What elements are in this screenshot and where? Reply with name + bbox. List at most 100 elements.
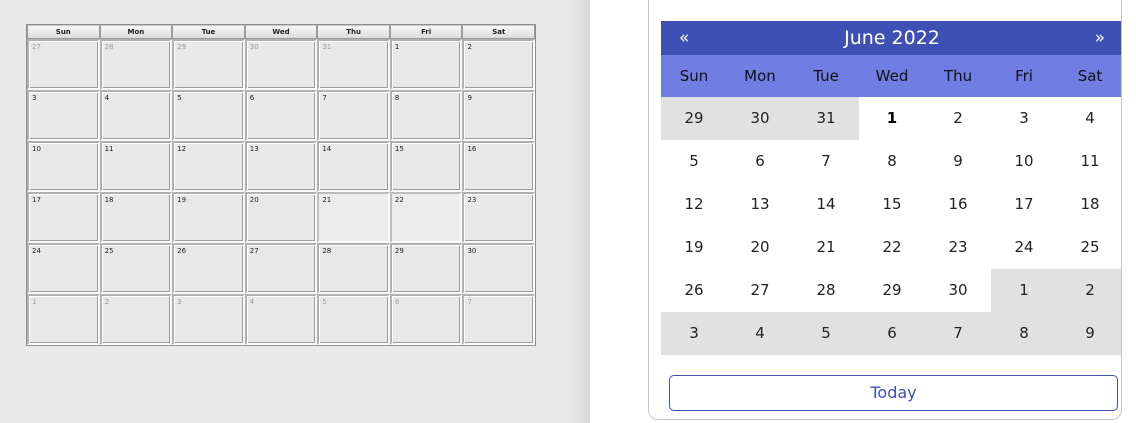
- day-cell[interactable]: 29: [389, 243, 463, 294]
- picker-day[interactable]: 8: [991, 312, 1057, 355]
- picker-day[interactable]: 6: [859, 312, 925, 355]
- day-cell[interactable]: 31: [317, 39, 390, 90]
- picker-day[interactable]: 2: [1057, 269, 1121, 312]
- day-cell[interactable]: 11: [99, 141, 173, 192]
- picker-day[interactable]: 23: [925, 226, 991, 269]
- picker-day[interactable]: 29: [661, 97, 727, 140]
- day-cell[interactable]: 16: [462, 141, 536, 192]
- day-cell[interactable]: 28: [317, 243, 390, 294]
- picker-day[interactable]: 11: [1057, 140, 1121, 183]
- day-cell[interactable]: 5: [317, 294, 390, 345]
- day-cell[interactable]: 27: [27, 39, 100, 90]
- day-cell[interactable]: 9: [462, 90, 536, 141]
- picker-day[interactable]: 3: [991, 97, 1057, 140]
- picker-day[interactable]: 18: [1057, 183, 1121, 226]
- picker-day[interactable]: 9: [1057, 312, 1121, 355]
- picker-day[interactable]: 22: [859, 226, 925, 269]
- day-cell[interactable]: 7: [462, 294, 536, 345]
- day-cell[interactable]: 13: [244, 141, 318, 192]
- picker-day[interactable]: 28: [793, 269, 859, 312]
- picker-week-row: 19 20 21 22 23 24 25: [661, 226, 1121, 269]
- day-cell[interactable]: 26: [172, 243, 245, 294]
- picker-day[interactable]: 31: [793, 97, 859, 140]
- day-number: 25: [104, 247, 114, 255]
- day-cell[interactable]: 1: [389, 39, 463, 90]
- day-cell[interactable]: 30: [462, 243, 536, 294]
- picker-day[interactable]: 14: [793, 183, 859, 226]
- picker-day[interactable]: 20: [727, 226, 793, 269]
- day-cell[interactable]: 21: [317, 192, 390, 243]
- day-cell[interactable]: 10: [27, 141, 100, 192]
- picker-day[interactable]: 19: [661, 226, 727, 269]
- picker-day[interactable]: 6: [727, 140, 793, 183]
- day-cell[interactable]: 3: [27, 90, 100, 141]
- day-cell[interactable]: 2: [462, 39, 536, 90]
- day-cell[interactable]: 22: [389, 192, 463, 243]
- day-cell[interactable]: 6: [389, 294, 463, 345]
- day-cell[interactable]: 20: [244, 192, 318, 243]
- picker-day[interactable]: 25: [1057, 226, 1121, 269]
- day-cell[interactable]: 24: [27, 243, 100, 294]
- picker-day[interactable]: 3: [661, 312, 727, 355]
- next-month-button[interactable]: »: [1095, 21, 1105, 55]
- picker-day[interactable]: 27: [727, 269, 793, 312]
- day-cell[interactable]: 15: [389, 141, 463, 192]
- day-cell[interactable]: 7: [317, 90, 390, 141]
- picker-day[interactable]: 7: [793, 140, 859, 183]
- picker-day[interactable]: 16: [925, 183, 991, 226]
- day-cell[interactable]: 25: [99, 243, 173, 294]
- day-cell[interactable]: 8: [389, 90, 463, 141]
- picker-day[interactable]: 2: [925, 97, 991, 140]
- picker-day[interactable]: 17: [991, 183, 1057, 226]
- picker-day[interactable]: 24: [991, 226, 1057, 269]
- picker-day[interactable]: 4: [727, 312, 793, 355]
- day-cell[interactable]: 18: [99, 192, 173, 243]
- picker-day[interactable]: 5: [793, 312, 859, 355]
- day-number: 2: [104, 298, 110, 306]
- picker-day[interactable]: 26: [661, 269, 727, 312]
- day-number: 10: [32, 145, 41, 153]
- day-cell[interactable]: 29: [172, 39, 245, 90]
- day-cell[interactable]: 4: [99, 90, 173, 141]
- day-number: 30: [467, 247, 477, 255]
- picker-weekday-label: Sun: [679, 67, 709, 85]
- weekday-header: Wed: [244, 25, 318, 39]
- day-number: 31: [322, 43, 332, 51]
- day-cell[interactable]: 3: [172, 294, 245, 345]
- day-cell[interactable]: 30: [244, 39, 318, 90]
- picker-day[interactable]: 30: [925, 269, 991, 312]
- weekday-header: Sun: [27, 25, 100, 39]
- day-cell[interactable]: 1: [27, 294, 100, 345]
- day-cell[interactable]: 23: [462, 192, 536, 243]
- picker-day[interactable]: 7: [925, 312, 991, 355]
- day-cell[interactable]: 5: [172, 90, 245, 141]
- picker-day[interactable]: 13: [727, 183, 793, 226]
- picker-day[interactable]: 12: [661, 183, 727, 226]
- today-button[interactable]: Today: [669, 375, 1118, 411]
- day-cell[interactable]: 2: [99, 294, 173, 345]
- picker-day[interactable]: 29: [859, 269, 925, 312]
- picker-day[interactable]: 8: [859, 140, 925, 183]
- picker-day[interactable]: 4: [1057, 97, 1121, 140]
- day-cell[interactable]: 14: [317, 141, 390, 192]
- picker-day[interactable]: 30: [727, 97, 793, 140]
- day-cell[interactable]: 12: [172, 141, 245, 192]
- week-row: 27 28 29 30 31 1 2: [27, 39, 536, 90]
- picker-weekday-label: Thu: [943, 67, 973, 85]
- picker-day[interactable]: 1: [991, 269, 1057, 312]
- day-cell[interactable]: 6: [244, 90, 318, 141]
- picker-day[interactable]: 9: [925, 140, 991, 183]
- picker-day[interactable]: 15: [859, 183, 925, 226]
- picker-week-row: 3456789: [661, 312, 1121, 355]
- day-cell[interactable]: 19: [172, 192, 245, 243]
- picker-day-current[interactable]: 1: [859, 97, 925, 140]
- picker-day[interactable]: 10: [991, 140, 1057, 183]
- day-cell[interactable]: 4: [244, 294, 318, 345]
- picker-day[interactable]: 21: [793, 226, 859, 269]
- picker-weekday-label: Mon: [744, 67, 776, 85]
- picker-day[interactable]: 5: [661, 140, 727, 183]
- day-cell[interactable]: 17: [27, 192, 100, 243]
- day-number: 19: [177, 196, 187, 204]
- day-cell[interactable]: 28: [99, 39, 173, 90]
- day-cell[interactable]: 27: [244, 243, 318, 294]
